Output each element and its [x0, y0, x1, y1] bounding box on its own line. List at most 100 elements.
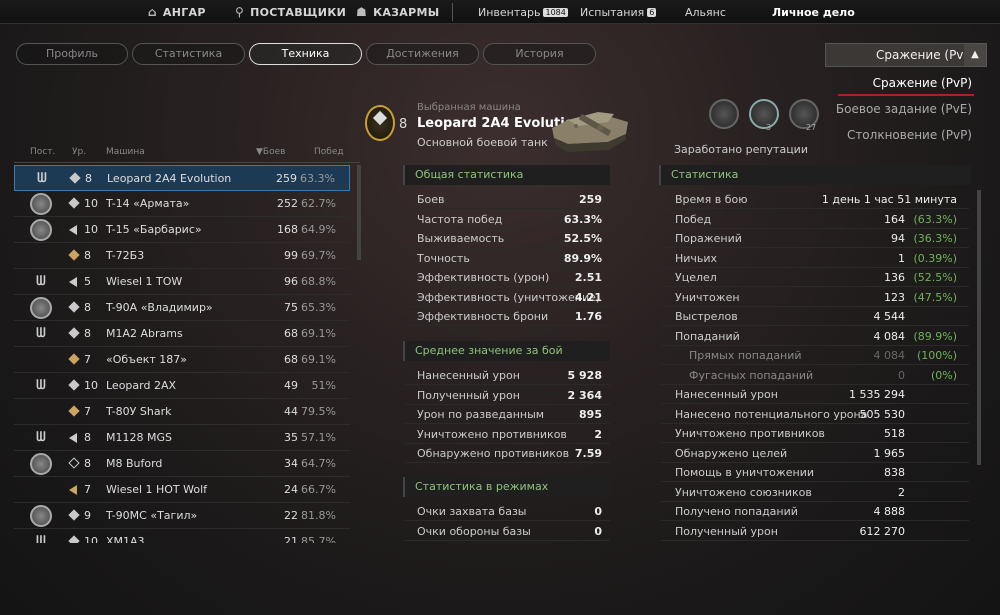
stat-percent: (63.3%) [913, 212, 957, 226]
nav-trials[interactable]: Испытания 6 [580, 0, 657, 24]
nav-personal-file[interactable]: Личное дело [772, 0, 855, 24]
reputation-icon-1[interactable] [709, 99, 739, 129]
nav-hangar[interactable]: ⌂ АНГАР [148, 0, 206, 24]
table-row[interactable]: 9 T-90MC «Тагил» 22 81.8% [14, 503, 350, 529]
row-vehicle-name: M1128 MGS [106, 431, 172, 444]
table-row[interactable]: ᗯ 10 Leopard 2AX 49 51% [14, 373, 350, 399]
table-row[interactable]: 7 T-80У Shark 44 79.5% [14, 399, 350, 425]
row-battles: 68 [284, 327, 298, 340]
stat-label: Боев [417, 193, 445, 206]
table-scrollbar[interactable] [357, 165, 361, 260]
stat-row: Нанесенный урон 1 535 294 [661, 385, 969, 404]
col-wins[interactable]: Побед [314, 147, 344, 157]
mastery-badge-icon [30, 219, 52, 241]
nav-alliance[interactable]: Альянс [685, 0, 726, 24]
vehicle-type-icon [68, 197, 80, 209]
garage-icon: ⌂ [148, 5, 157, 19]
stat-value: 1 965 [873, 446, 906, 460]
average-stat-row: Обнаружено противников 7.59 [405, 444, 610, 463]
table-row[interactable]: 8 T-72Б3 99 69.7% [14, 243, 350, 269]
row-win-rate: 69.7% [301, 249, 336, 262]
row-vehicle-name: T-90A «Владимир» [106, 301, 213, 314]
table-row[interactable]: 10 T-14 «Армата» 252 62.7% [14, 191, 350, 217]
tab-achievements[interactable]: Достижения [366, 43, 479, 65]
mode-option-pvp[interactable]: Сражение (PvP) [873, 76, 972, 90]
average-stats-header: Среднее значение за бой [403, 341, 610, 361]
table-row[interactable]: ᗯ 8 Leopard 2A4 Evolution 259 63.3% [14, 165, 350, 191]
stat-value: 838 [884, 466, 905, 479]
stat-row: Уничтожено союзников 2 [661, 483, 969, 502]
col-tier[interactable]: Ур. [72, 147, 86, 157]
tab-statistics[interactable]: Статистика [132, 43, 245, 65]
row-tier: 8 [85, 171, 92, 185]
col-battles[interactable]: ▼Боев [256, 147, 285, 157]
vehicle-type-icon [68, 327, 80, 339]
row-win-rate: 65.3% [301, 301, 336, 314]
col-mastery[interactable]: Пост. [30, 147, 55, 157]
nav-personal-label: Личное дело [772, 5, 855, 19]
stat-row: Фугасных попаданий 0 (0%) [661, 366, 969, 385]
mode-selected-underline [838, 94, 974, 96]
table-row[interactable]: 8 M8 Buford 34 64.7% [14, 451, 350, 477]
mode-option-clash[interactable]: Столкновение (PvP) [847, 128, 972, 142]
row-win-rate: 81.8% [301, 509, 336, 522]
col-vehicle[interactable]: Машина [106, 147, 145, 157]
tab-vehicles[interactable]: Техника [249, 43, 362, 65]
chevron-up-icon[interactable]: ▲ [964, 44, 986, 66]
table-row[interactable]: ᗯ 8 M1128 MGS 35 57.1% [14, 425, 350, 451]
tab-history[interactable]: История [483, 43, 596, 65]
row-vehicle-name: XM1A3 [106, 535, 145, 543]
row-tier: 8 [84, 249, 91, 262]
stat-percent: (89.9%) [913, 329, 957, 343]
stat-value: 1 [898, 251, 905, 265]
nav-suppliers[interactable]: ⚲ ПОСТАВЩИКИ [235, 0, 346, 24]
table-row[interactable]: ᗯ 5 Wiesel 1 TOW 96 68.8% [14, 269, 350, 295]
stat-value: 0 [594, 524, 602, 538]
stat-value: 612 270 [859, 524, 906, 538]
table-row[interactable]: ᗯ 10 XM1A3 21 85.7% [14, 529, 350, 543]
general-stat-row: Эффективность (урон) 2.51 [405, 268, 610, 287]
stat-label: Очки обороны базы [417, 524, 531, 538]
tab-profile[interactable]: Профиль [16, 43, 128, 65]
table-row[interactable]: 10 T-15 «Барбарис» 168 64.9% [14, 217, 350, 243]
row-win-rate: 66.7% [301, 483, 336, 496]
table-row[interactable]: 7 Wiesel 1 HOT Wolf 24 66.7% [14, 477, 350, 503]
reputation-icon-2[interactable] [749, 99, 779, 129]
tank-image [552, 112, 628, 152]
nav-barracks[interactable]: ☗ КАЗАРМЫ [356, 0, 439, 24]
mastery-wings-icon: ᗯ [36, 274, 46, 289]
table-row[interactable]: ᗯ 8 M1A2 Abrams 68 69.1% [14, 321, 350, 347]
row-battles: 22 [284, 509, 298, 522]
row-battles: 24 [284, 483, 298, 496]
vehicle-type-icon [69, 172, 81, 184]
row-vehicle-name: Leopard 2AX [106, 379, 177, 392]
person-icon: ⚲ [235, 5, 245, 19]
stat-label: Очки захвата базы [417, 505, 527, 518]
stat-row: Уничтожено противников 518 [661, 424, 969, 443]
stat-label: Фугасных попаданий [689, 368, 814, 382]
nav-inventory[interactable]: Инвентарь 1084 [478, 0, 568, 24]
table-row[interactable]: 7 «Объект 187» 68 69.1% [14, 347, 350, 373]
vehicle-type-icon [68, 509, 80, 521]
stat-row: Полученный урон 612 270 [661, 522, 969, 541]
stat-label: Уничтожено союзников [675, 485, 812, 499]
reputation-count-2: 3 [766, 123, 772, 132]
stats-scrollbar[interactable] [977, 190, 981, 465]
row-win-rate: 69.1% [301, 327, 336, 340]
table-row[interactable]: 8 T-90A «Владимир» 75 65.3% [14, 295, 350, 321]
stat-label: Нанесенный урон [417, 369, 520, 382]
mode-dropdown[interactable]: Сражение (PvP) ▲ [825, 43, 987, 67]
mode-option-pve[interactable]: Боевое задание (PvE) [836, 102, 972, 116]
stat-value: 7.59 [574, 447, 602, 460]
row-vehicle-name: M8 Buford [106, 457, 163, 470]
stat-value: 518 [884, 427, 905, 440]
row-win-rate: 85.7% [301, 535, 336, 543]
row-battles: 44 [284, 405, 298, 418]
stat-percent: (0%) [930, 368, 957, 382]
average-stat-row: Уничтожено противников 2 [405, 425, 610, 444]
mastery-badge-icon [30, 505, 52, 527]
row-battles: 99 [284, 249, 298, 262]
row-vehicle-name: T-72Б3 [106, 249, 145, 262]
row-win-rate: 62.7% [301, 197, 336, 210]
stat-percent: (0.39%) [913, 251, 957, 265]
